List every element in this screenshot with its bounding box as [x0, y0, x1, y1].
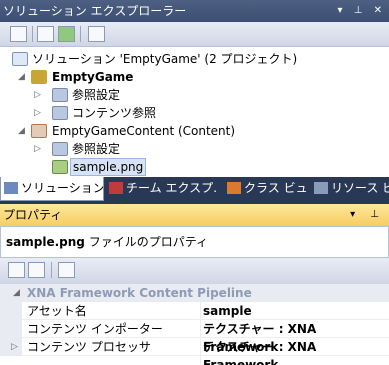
property-category[interactable]: ◢ XNA Framework Content Pipeline: [0, 284, 389, 302]
row-gutter: [0, 320, 22, 338]
tree-node-sample-png[interactable]: sample.png: [0, 158, 389, 176]
content-references-folder-icon: [52, 106, 68, 120]
categorized-icon[interactable]: [8, 262, 25, 278]
refresh-icon[interactable]: [58, 26, 75, 42]
object-name: sample.png: [6, 235, 85, 249]
solution-explorer-title: ソリューション エクスプローラー: [3, 4, 187, 18]
toolbar-separator: [32, 26, 33, 42]
tree-node-label: 参照設定: [72, 88, 121, 102]
image-file-icon: [52, 160, 68, 174]
tree-node-label: コンテンツ参照: [72, 106, 157, 120]
tab-label: ソリューション…: [21, 181, 104, 195]
expand-arrow-icon[interactable]: ▷: [10, 338, 19, 356]
solution-tree: ソリューション 'EmptyGame' (2 プロジェクト) ◢ EmptyGa…: [0, 47, 389, 177]
property-name: コンテンツ プロセッサ: [27, 340, 151, 354]
expand-arrow-icon[interactable]: ▷: [33, 104, 42, 122]
category-label: XNA Framework Content Pipeline: [27, 286, 252, 300]
team-explorer-icon: [109, 182, 123, 194]
tree-node-solution[interactable]: ソリューション 'EmptyGame' (2 プロジェクト): [0, 50, 389, 68]
tab-class-view[interactable]: クラス ビュー: [224, 177, 308, 201]
properties-title: プロパティ: [3, 208, 63, 222]
properties-toolbar-icon[interactable]: [10, 26, 27, 42]
collapse-arrow-icon[interactable]: ◢: [17, 68, 26, 86]
property-row[interactable]: ▷ コンテンツ プロセッサ テクスチャー : XNA Framework: [0, 338, 389, 365]
show-all-files-icon[interactable]: [37, 26, 54, 42]
class-view-icon: [227, 182, 241, 194]
resource-view-icon: [314, 182, 328, 194]
tree-node-emptygamecontent[interactable]: ◢ EmptyGameContent (Content): [0, 122, 389, 140]
tab-resource-view[interactable]: リソース ビュー: [311, 177, 389, 201]
property-grid: ◢ XNA Framework Content Pipeline アセット名 s…: [0, 284, 389, 365]
tree-node-content-references-2[interactable]: ▷ 参照設定: [0, 140, 389, 158]
window-controls[interactable]: ▾ ⊥ ✕: [338, 0, 386, 22]
properties-titlebar: プロパティ ▾ ⊥: [0, 204, 389, 226]
object-type: ファイルのプロパティ: [84, 235, 208, 249]
tree-node-content-references[interactable]: ▷ コンテンツ参照: [0, 104, 389, 122]
collapse-arrow-icon[interactable]: ◢: [17, 122, 26, 140]
solution-explorer-toolbar: [0, 22, 389, 47]
property-value[interactable]: sample: [200, 302, 252, 320]
collapse-arrow-icon[interactable]: ◢: [12, 284, 21, 302]
tab-label: リソース ビュー: [331, 181, 389, 195]
solution-explorer-titlebar: ソリューション エクスプローラー ▾ ⊥ ✕: [0, 0, 389, 22]
tab-label: チーム エクスプ…: [126, 181, 218, 195]
property-pages-icon[interactable]: [58, 262, 75, 278]
tab-solution-explorer[interactable]: ソリューション…: [0, 177, 104, 201]
tree-node-label: EmptyGameContent (Content): [52, 124, 236, 138]
toolbar-separator: [51, 262, 52, 278]
alphabetical-icon[interactable]: [28, 262, 45, 278]
solution-explorer-icon: [4, 182, 18, 194]
tab-label: クラス ビュー: [244, 181, 308, 195]
window-controls[interactable]: ▾ ⊥: [350, 204, 385, 226]
tree-node-label: sample.png: [70, 158, 147, 176]
content-project-icon: [31, 124, 47, 138]
tree-node-label: EmptyGame: [52, 70, 134, 84]
row-gutter: [0, 302, 22, 320]
property-row[interactable]: コンテンツ インポーター テクスチャー : XNA Framework: [0, 320, 389, 356]
tab-team-explorer[interactable]: チーム エクスプ…: [106, 177, 218, 201]
tree-node-references[interactable]: ▷ 参照設定: [0, 86, 389, 104]
property-name: アセット名: [27, 304, 87, 318]
tree-node-label: ソリューション 'EmptyGame' (2 プロジェクト): [32, 52, 298, 66]
expand-arrow-icon[interactable]: ▷: [33, 140, 42, 158]
toolbar-separator: [80, 26, 81, 42]
properties-object-selector[interactable]: sample.png ファイルのプロパティ: [0, 226, 389, 258]
references-folder-icon: [52, 88, 68, 102]
references-folder-icon: [52, 142, 68, 156]
solution-icon: [12, 52, 28, 66]
tree-node-label: 参照設定: [72, 142, 121, 156]
tree-node-emptygame[interactable]: ◢ EmptyGame: [0, 68, 389, 86]
property-value[interactable]: テクスチャー : XNA Framework: [200, 338, 389, 365]
xna-project-icon: [31, 70, 47, 84]
property-row[interactable]: アセット名 sample: [0, 302, 389, 320]
view-code-icon[interactable]: [88, 26, 105, 42]
tool-window-tabs: ソリューション… チーム エクスプ… クラス ビュー リソース ビュー: [0, 177, 389, 202]
expand-arrow-icon[interactable]: ▷: [33, 86, 42, 104]
properties-toolbar: [0, 258, 389, 284]
property-name: コンテンツ インポーター: [27, 322, 163, 336]
